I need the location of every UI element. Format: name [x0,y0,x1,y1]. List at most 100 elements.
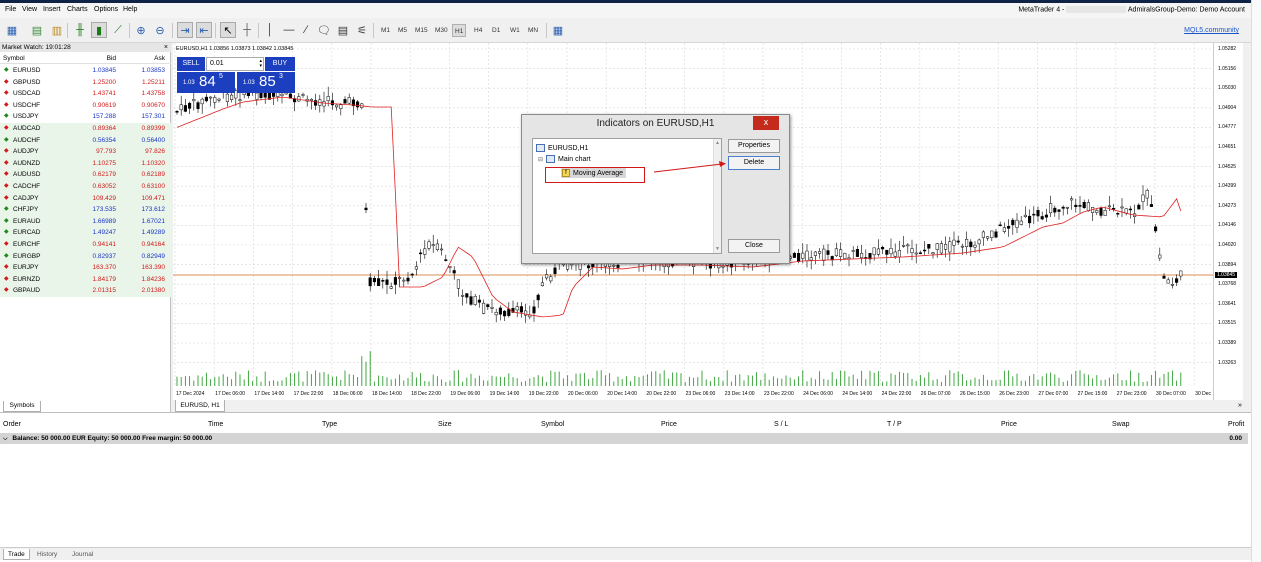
cursor-icon[interactable]: ↖ [220,22,236,38]
tree-main-chart[interactable]: ⊟ Main chart [538,155,591,163]
timeframe-m15[interactable]: M15 [413,24,430,37]
collapse-icon[interactable]: ⊟ [538,156,543,163]
window-scrollbar[interactable] [1251,0,1261,562]
terminal-column-header[interactable]: Symbol [541,421,564,428]
chart-shift-icon[interactable]: ⇤ [196,22,212,38]
market-watch-row[interactable]: ◆ EURJPY 163.370 163.390 [0,262,171,274]
market-watch-row[interactable]: ◆ EURAUD 1.66989 1.67021 [0,215,171,228]
lot-size-input[interactable]: 0.01 ▴ ▾ [206,57,264,71]
close-icon[interactable]: × [164,43,168,52]
menu-options[interactable]: Options [94,6,118,13]
terminal-column-header[interactable]: T / P [887,421,902,428]
fibonacci-icon[interactable]: ▤ [335,22,351,38]
row-bid: 163.370 [92,264,117,272]
timeframe-m1[interactable]: M1 [379,24,392,37]
market-watch-row[interactable]: ◆ CADJPY 109.429 109.471 [0,192,171,205]
market-watch-row[interactable]: ◆ GBPUSD 1.25200 1.25211 [0,77,171,89]
balance-row[interactable]: ⌵ Balance: 50 000.00 EUR Equity: 50 000.… [0,433,1248,444]
crosshair-icon[interactable]: ┼ [239,22,255,38]
vertical-line-icon[interactable]: │ [262,22,278,38]
market-watch-row[interactable]: ◆ GBPAUD 2.01315 2.01380 [0,285,171,297]
tree-scrollbar[interactable]: ▲ ▼ [713,139,721,253]
terminal-column-header[interactable]: Profit [1228,421,1244,428]
delete-button[interactable]: Delete [728,156,780,170]
terminal-column-header[interactable]: Time [208,421,223,428]
menu-view[interactable]: View [22,6,37,13]
sell-button[interactable]: SELL [177,57,205,71]
mql5-community-link[interactable]: MQL5.community [1184,27,1239,34]
chart-window-icon [546,155,556,163]
tree-root[interactable]: EURUSD,H1 [536,144,588,152]
sell-price-box[interactable]: 1.03 84 5 [177,72,235,93]
properties-button[interactable]: Properties [728,139,780,153]
market-watch-row[interactable]: ◆ CADCHF 0.63052 0.63100 [0,181,171,193]
profiles-icon[interactable]: ▥ [49,22,65,38]
new-chart-icon[interactable]: ▦ [4,22,20,38]
timeframe-d1[interactable]: D1 [490,24,502,37]
bar-chart-icon[interactable]: ╫ [72,22,88,38]
menu-file[interactable]: File [5,6,16,13]
horizontal-line-icon[interactable]: — [281,22,297,38]
menu-insert[interactable]: Insert [43,6,61,13]
terminal-column-header[interactable]: Price [1001,421,1017,428]
market-watch-row[interactable]: ◆ CHFJPY 173.535 173.612 [0,204,171,216]
scroll-up-icon[interactable]: ▲ [715,140,720,146]
market-watch-row[interactable]: ◆ EURUSD 1.03845 1.03853 [0,65,171,77]
market-watch-row[interactable]: ◆ AUDCHF 0.56354 0.56400 [0,134,171,147]
market-watch-row[interactable]: ◆ USDCHF 0.90619 0.90670 [0,100,171,112]
dialog-close-button[interactable]: x [753,116,779,130]
tab-chart-eurusd[interactable]: EURUSD, H1 [175,400,225,412]
time-tick-label: 19 Dec 22:00 [529,391,559,397]
templates-icon[interactable]: ▤ [29,22,45,38]
terminal-column-header[interactable]: Price [661,421,677,428]
scroll-down-icon[interactable]: ▼ [715,246,720,252]
terminal-column-header[interactable]: S / L [774,421,788,428]
chart-tabs-scroll-icon[interactable]: » [1238,402,1242,409]
column-bid[interactable]: Bid [107,55,116,62]
bullish-candle [414,266,418,270]
column-symbol[interactable]: Symbol [3,55,25,62]
market-watch-row[interactable]: ◆ EURGBP 0.82937 0.82949 [0,250,171,263]
column-ask[interactable]: Ask [154,55,165,62]
bullish-candle [431,244,435,246]
menu-charts[interactable]: Charts [67,6,88,13]
timeframe-h1[interactable]: H1 [452,24,467,37]
timeframe-w1[interactable]: W1 [508,24,522,37]
zoom-in-icon[interactable]: ⊕ [133,22,149,38]
terminal-column-header[interactable]: Swap [1112,421,1130,428]
market-watch-row[interactable]: ◆ EURNZD 1.84179 1.84236 [0,273,171,286]
tab-symbols[interactable]: Symbols [3,401,41,412]
lot-stepper-icon[interactable]: ▴ ▾ [259,59,262,69]
market-watch-row[interactable]: ◆ USDCAD 1.43741 1.43758 [0,88,171,100]
timeframe-h4[interactable]: H4 [472,24,484,37]
tab-journal[interactable]: Journal [68,549,97,560]
terminal-column-header[interactable]: Type [322,421,337,428]
tab-history[interactable]: History [33,549,61,560]
market-watch-row[interactable]: ◆ AUDJPY 97.793 97.826 [0,146,171,158]
autoscroll-icon[interactable]: ⇥ [177,22,193,38]
tab-trade[interactable]: Trade [3,549,30,560]
market-watch-row[interactable]: ◆ AUDUSD 0.62179 0.62189 [0,169,171,181]
close-button[interactable]: Close [728,239,780,253]
timeframe-mn[interactable]: MN [526,24,540,37]
trendline-icon[interactable]: ∕ [298,22,314,38]
market-watch-row[interactable]: ◆ AUDNZD 1.10275 1.10320 [0,157,171,170]
market-watch-row[interactable]: ◆ EURCHF 0.94141 0.94164 [0,239,171,251]
market-watch-row[interactable]: ◆ EURCAD 1.49247 1.49289 [0,227,171,239]
market-watch-row[interactable]: ◆ USDJPY 157.288 157.301 [0,111,171,123]
text-label-icon[interactable]: 🗨 [316,22,332,38]
periodicity-icon[interactable]: ▦ [550,22,566,38]
line-chart-icon[interactable]: ⟋ [110,22,126,38]
timeframe-m30[interactable]: M30 [433,24,450,37]
indicators-icon[interactable]: ⚟ [354,22,370,38]
candlestick-icon[interactable]: ▮ [91,22,107,38]
market-watch-row[interactable]: ◆ AUDCAD 0.89364 0.89399 [0,123,171,135]
buy-price-box[interactable]: 1.03 85 3 [237,72,295,93]
expand-icon[interactable]: ⌵ [3,436,8,442]
buy-button[interactable]: BUY [265,57,295,71]
zoom-out-icon[interactable]: ⊖ [152,22,168,38]
terminal-column-header[interactable]: Size [438,421,452,428]
menu-help[interactable]: Help [123,6,137,13]
terminal-column-header[interactable]: Order [3,421,21,428]
timeframe-m5[interactable]: M5 [396,24,409,37]
